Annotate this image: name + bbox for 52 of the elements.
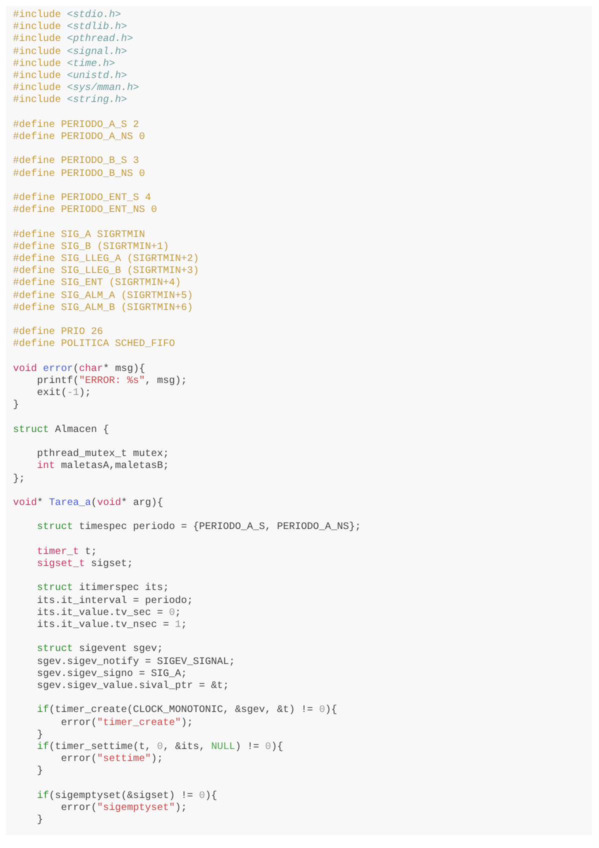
code-line: } (13, 400, 20, 413)
code-line: sgev.sigev_notify = SIGEV_SIGNAL; (36, 656, 236, 668)
code-line: pthread_mutex_t mutex; (36, 449, 170, 460)
code-line: #include <string.h> (13, 95, 128, 108)
code-line: sigset_t sigset; (36, 558, 134, 572)
code-line: } (36, 730, 44, 742)
code-line: sgev.sigev_value.sival_ptr = &t; (36, 680, 230, 694)
code-line: } (36, 766, 44, 779)
code-line: void error(char* msg){ (13, 364, 146, 376)
code-line: #include <signal.h> (13, 46, 128, 58)
code-line: #define PERIODO_A_NS 0 (13, 132, 146, 144)
code-line: #include <stdio.h> (13, 10, 122, 22)
code-line: #define SIG_LLEG_B (SIGRTMIN+3) (13, 266, 200, 278)
code-line: #include <time.h> (13, 58, 116, 70)
code-line: if(sigemptyset(&sigset) != 0){ (36, 790, 218, 802)
code-line: void* Tarea_a(void* arg){ (13, 498, 164, 510)
code-line: }; (13, 474, 26, 486)
code-line: error("sigemptyset"); (60, 802, 188, 816)
code-line: #define SIG_ALM_B (SIGRTMIN+6) (13, 302, 194, 316)
code-line: struct sigevent sgev; (36, 644, 164, 656)
code-line: if(timer_settime(t, 0, &its, NULL) != 0){ (36, 742, 284, 754)
code-line: #include <pthread.h> (13, 34, 134, 46)
code-line: struct timespec periodo = {PERIODO_A_S, PERIODO_A_NS}; (36, 522, 362, 535)
code-line: #define POLITICA SCHED_FIFO (13, 339, 176, 352)
code-line: #define PERIODO_B_NS 0 (13, 168, 146, 181)
code-line: #define SIG_A SIGRTMIN (13, 230, 146, 242)
code-line: struct Almacen { (13, 424, 110, 437)
code-line: struct itimerspec its; (36, 583, 170, 596)
code-line: #define SIG_LLEG_A (SIGRTMIN+2) (13, 254, 200, 266)
code-line: #include <sys/mman.h> (13, 83, 140, 94)
code-line: #define PERIODO_ENT_NS 0 (13, 205, 158, 218)
code-line: int maletasA,maletasB; (36, 461, 170, 474)
code-line: #define SIG_ENT (SIGRTMIN+4) (13, 278, 182, 290)
code-line: error("timer_create"); (60, 718, 194, 730)
code-line: } (36, 815, 44, 828)
code-line: its.it_interval = periodo; (36, 596, 194, 608)
code-line: #define SIG_B (SIGRTMIN+1) (13, 242, 170, 254)
code-line: exit(-1); (36, 388, 92, 400)
code-line: error("settime"); (60, 754, 164, 766)
code-line: #define PERIODO_B_S 3 (13, 156, 140, 168)
code-line: sgev.sigev_signo = SIG_A; (36, 668, 188, 680)
code-line: printf("ERROR: %s", msg); (36, 376, 188, 388)
code-line: #define PERIODO_A_S 2 (13, 120, 140, 132)
code-line: #define SIG_ALM_A (SIGRTMIN+5) (13, 290, 194, 302)
code-line: timer_t t; (36, 546, 98, 558)
code-line: #include <stdlib.h> (13, 22, 128, 34)
code-line: #include <unistd.h> (13, 71, 128, 82)
code-line: #define PERIODO_ENT_S 4 (13, 193, 152, 204)
code-line: #define PRIO 26 (13, 327, 104, 338)
code-line: its.it_value.tv_sec = 0; (36, 608, 182, 620)
code-line: if(timer_create(CLOCK_MONOTONIC, &sgev, &t) != 0){ (36, 705, 338, 718)
code-line: its.it_value.tv_nsec = 1; (36, 620, 188, 632)
